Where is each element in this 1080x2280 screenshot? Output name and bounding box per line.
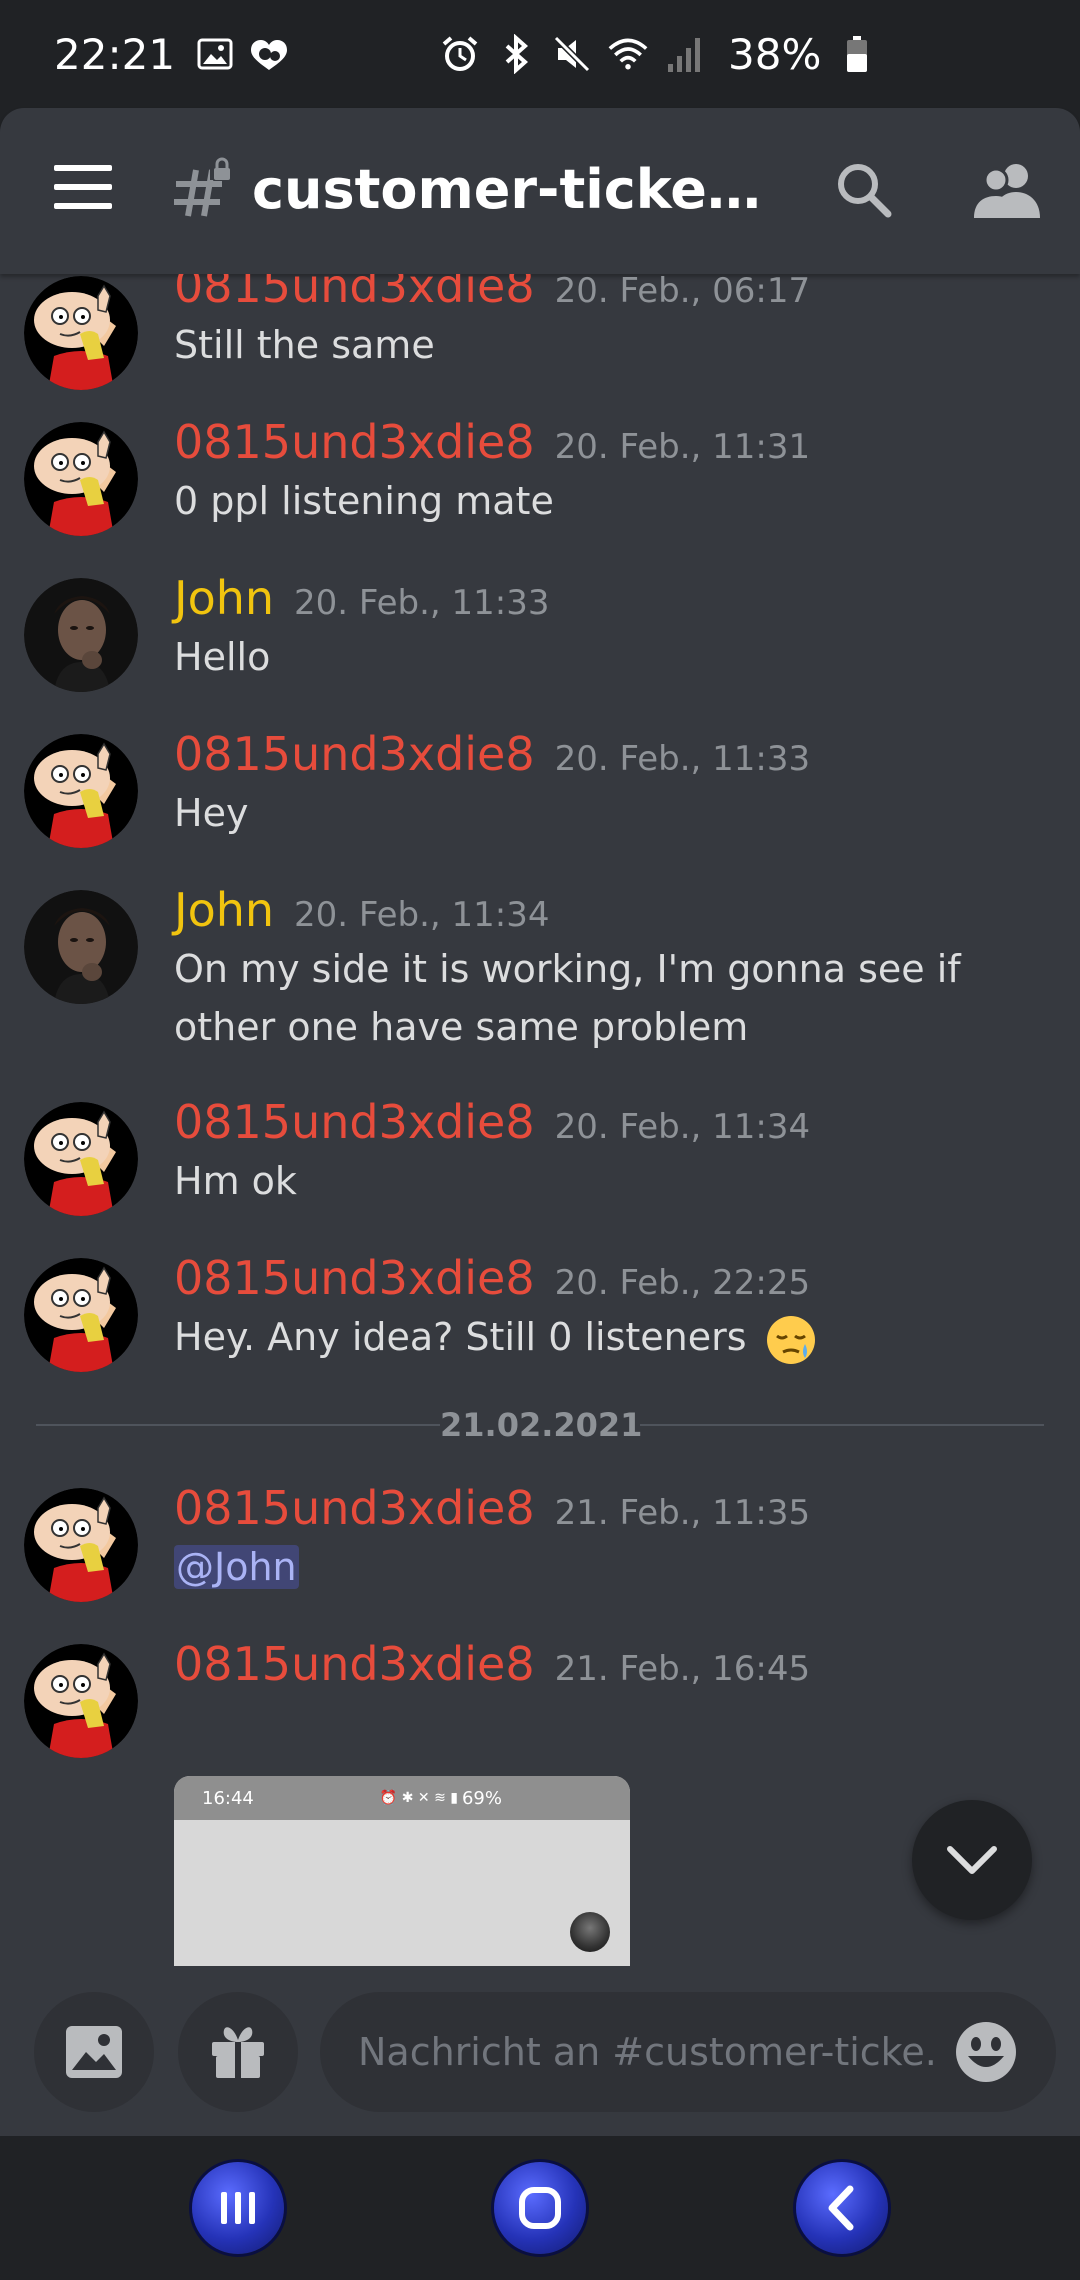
bluetooth-icon [496, 34, 536, 74]
avatar[interactable] [24, 890, 138, 1004]
message-text: Still the same [174, 323, 435, 367]
back-icon [828, 2185, 854, 2231]
attachment-status-bar: 16:44 ⏰ ✱ ✕ ≋ ▮ 69% [174, 1776, 630, 1820]
menu-line-icon [54, 184, 112, 190]
message-timestamp: 20. Feb., 22:25 [554, 1263, 811, 1303]
avatar[interactable] [24, 578, 138, 692]
emoji-picker-icon[interactable] [954, 2020, 1018, 2084]
message-input-container[interactable] [320, 1992, 1056, 2112]
back-button[interactable] [796, 2162, 888, 2254]
battery-icon [837, 34, 877, 74]
avatar[interactable] [24, 734, 138, 848]
avatar[interactable] [24, 422, 138, 536]
locked-hash-icon [170, 156, 234, 220]
menu-line-icon [54, 165, 112, 171]
status-bar: 22:21 38% [0, 0, 1080, 108]
members-icon [974, 164, 1040, 218]
message-timestamp: 20. Feb., 11:33 [294, 583, 550, 623]
system-nav-bar [0, 2136, 1080, 2280]
channel-title[interactable]: customer-ticket-0... [252, 154, 772, 226]
message-list[interactable]: 0815und3xdie8 20. Feb., 06:17 Still the … [0, 274, 1080, 1966]
attachment-battery: 69% [461, 1787, 502, 1809]
message-text: 0 ppl listening mate [174, 479, 554, 523]
image-attachment[interactable]: 16:44 ⏰ ✱ ✕ ≋ ▮ 69% [174, 1776, 630, 1966]
gift-icon [212, 2027, 264, 2078]
message-input[interactable] [358, 1992, 938, 2112]
message-author[interactable]: 0815und3xdie8 [174, 1480, 535, 1536]
message-author[interactable]: 0815und3xdie8 [174, 726, 535, 782]
attachment-avatar-icon [570, 1912, 610, 1952]
message-text: On my side it is working, I'm gonna see … [174, 947, 961, 1049]
message-text: Hm ok [174, 1159, 297, 1203]
mute-icon [552, 34, 592, 74]
avatar[interactable] [24, 276, 138, 390]
image-icon [66, 2026, 122, 2078]
wifi-icon [608, 34, 648, 74]
message-author[interactable]: 0815und3xdie8 [174, 274, 535, 314]
sad-emoji-icon [765, 1314, 817, 1365]
home-button[interactable] [494, 2162, 586, 2254]
message-composer [0, 1966, 1080, 2136]
attach-image-button[interactable] [34, 1992, 154, 2112]
avatar[interactable] [24, 1102, 138, 1216]
message-author[interactable]: 0815und3xdie8 [174, 1094, 535, 1150]
search-icon [838, 164, 892, 218]
message-author[interactable]: 0815und3xdie8 [174, 1636, 535, 1692]
recents-icon [221, 2192, 255, 2224]
message-timestamp: 20. Feb., 11:34 [554, 1107, 811, 1147]
recent-apps-button[interactable] [192, 2162, 284, 2254]
search-button[interactable] [834, 160, 894, 220]
attachment-time: 16:44 [202, 1787, 254, 1809]
gallery-icon [195, 34, 235, 74]
jump-to-bottom-button[interactable] [912, 1800, 1032, 1920]
members-button[interactable] [972, 160, 1042, 220]
message-author[interactable]: 0815und3xdie8 [174, 1250, 535, 1306]
message-author[interactable]: John [174, 570, 274, 626]
message-author[interactable]: 0815und3xdie8 [174, 414, 535, 470]
signal-icon [664, 34, 704, 74]
message-text: Hello [174, 635, 271, 679]
menu-line-icon [54, 203, 112, 209]
chevron-down-icon [947, 1846, 997, 1874]
message-timestamp: 20. Feb., 06:17 [554, 274, 811, 311]
user-mention[interactable]: @John [174, 1545, 299, 1589]
message-timestamp: 20. Feb., 11:31 [554, 427, 811, 467]
message-timestamp: 20. Feb., 11:34 [294, 895, 550, 935]
avatar[interactable] [24, 1644, 138, 1758]
attachment-status-icons: ⏰ ✱ ✕ ≋ ▮ 69% [379, 1787, 502, 1809]
message-author[interactable]: John [174, 882, 274, 938]
message-timestamp: 21. Feb., 16:45 [554, 1649, 811, 1689]
message-text: Hey [174, 791, 249, 835]
gift-button[interactable] [178, 1992, 298, 2112]
date-divider: 21.02.2021 [440, 1400, 642, 1450]
message-text: Hey. Any idea? Still 0 listeners [174, 1315, 747, 1359]
message-text-row: Hey. Any idea? Still 0 listeners [174, 1308, 1054, 1366]
battery-level: 38% [728, 29, 822, 79]
avatar[interactable] [24, 1488, 138, 1602]
channel-header: customer-ticket-0... [0, 108, 1080, 274]
alarm-icon [440, 34, 480, 74]
menu-button[interactable] [54, 165, 112, 209]
message-timestamp: 20. Feb., 11:33 [554, 739, 811, 779]
health-icon [249, 34, 289, 74]
home-icon [519, 2187, 561, 2229]
message-timestamp: 21. Feb., 11:35 [554, 1493, 811, 1533]
avatar[interactable] [24, 1258, 138, 1372]
status-time: 22:21 [54, 29, 176, 79]
